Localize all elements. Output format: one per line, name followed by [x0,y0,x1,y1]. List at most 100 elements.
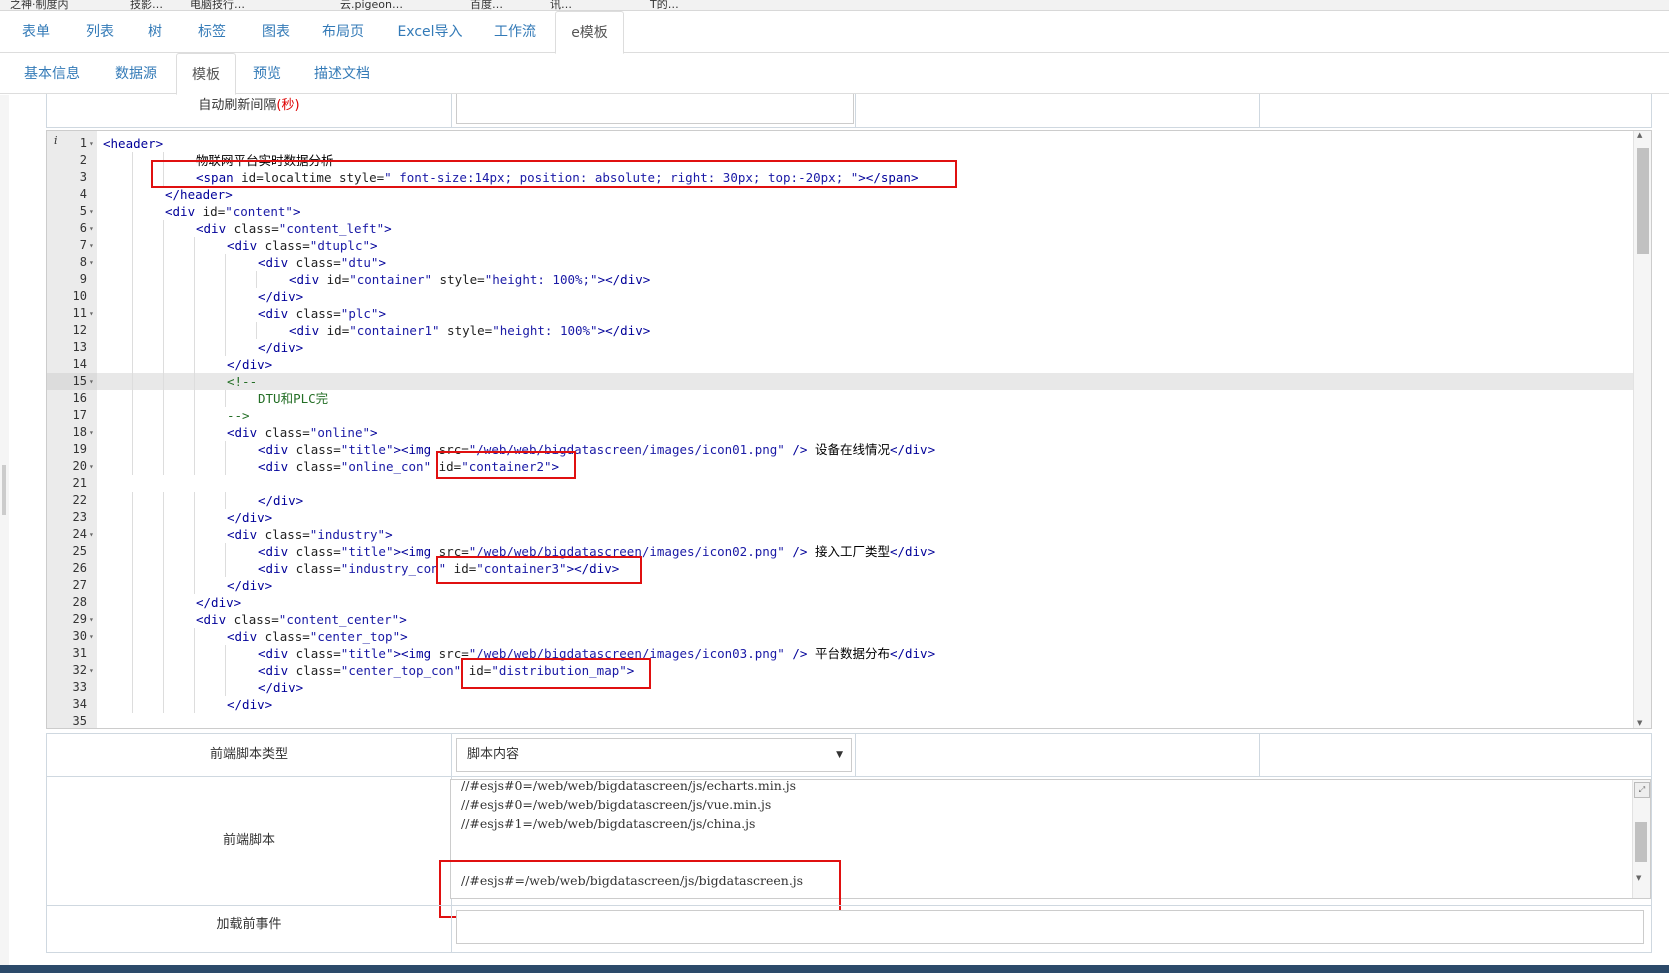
scroll-up-arrow-icon[interactable]: ▲ [1637,131,1642,139]
indent-guide [132,203,133,220]
bookmark-item[interactable]: 讯… [550,0,572,10]
code-line[interactable]: 35 [47,713,1627,728]
scroll-down-arrow-icon[interactable]: ▼ [1637,719,1642,727]
code-text: <div class="title"><img src="/web/web/bi… [258,441,935,458]
tab-4[interactable]: 标签 [184,11,240,52]
indent-guide [163,271,164,288]
preload-event-input[interactable] [456,910,1644,944]
code-line[interactable]: 24 ▾ <div class="industry"> [47,526,1627,543]
indent-guide [194,237,195,254]
code-line[interactable]: 11 ▾ <div class="plc"> [47,305,1627,322]
subtab-2[interactable]: 数据源 [102,53,170,93]
script-scroll-thumb[interactable] [1635,822,1647,862]
code-token: <div [258,255,296,270]
code-line[interactable]: 4 </header> [47,186,1627,203]
indent-guide [132,679,133,696]
left-scroll-strip[interactable] [0,95,9,965]
code-line[interactable]: 27 </div> [47,577,1627,594]
line-number: 33 [72,680,87,694]
fold-arrow-icon[interactable]: ▾ [89,628,94,645]
indent-guide [256,322,257,339]
code-text: </header> [165,186,233,203]
fold-arrow-icon[interactable]: ▾ [89,424,94,441]
tab-6[interactable]: 布局页 [310,11,376,52]
code-line[interactable]: 5 ▾ <div id="content"> [47,203,1627,220]
code-line[interactable]: 22 </div> [47,492,1627,509]
fold-arrow-icon[interactable]: ▾ [89,237,94,254]
subtab-1[interactable]: 基本信息 [12,53,92,93]
code-line[interactable]: 14 </div> [47,356,1627,373]
code-line[interactable]: 23 </div> [47,509,1627,526]
code-line[interactable]: 9 <div id="container" style="height: 100%… [47,271,1627,288]
fold-arrow-icon[interactable]: ▾ [89,662,94,679]
code-line[interactable]: 18 ▾ <div class="online"> [47,424,1627,441]
tab-8[interactable]: 工作流 [482,11,548,52]
bookmark-item[interactable]: 云.pigeon… [340,0,403,10]
code-line[interactable]: 20 ▾ <div class="online_con" id="container… [47,458,1627,475]
fold-arrow-icon[interactable]: ▾ [89,611,94,628]
indent-guide [132,152,133,169]
code-token: class= [295,561,341,576]
code-line[interactable]: 7 ▾ <div class="dtuplc"> [47,237,1627,254]
code-line[interactable]: 21 [47,475,1627,492]
script-scroll-down-icon[interactable]: ▼ [1636,874,1641,882]
fold-arrow-icon[interactable]: ▾ [89,135,94,152]
fold-arrow-icon[interactable]: ▾ [89,220,94,237]
code-line[interactable]: 29 ▾ <div class="content_center"> [47,611,1627,628]
tab-5[interactable]: 图表 [248,11,304,52]
code-token: <div [289,272,327,287]
indent-guide [163,305,164,322]
tab-1[interactable]: 表单 [12,11,60,52]
code-token: /> [784,646,815,661]
tab-2[interactable]: 列表 [76,11,124,52]
left-grip[interactable] [2,465,6,515]
code-line[interactable]: 28 </div> [47,594,1627,611]
code-line[interactable]: 19 <div class="title"><img src="/web/web/… [47,441,1627,458]
tab-9[interactable]: e模板 [555,11,624,54]
code-line[interactable]: 6 ▾ <div class="content_left"> [47,220,1627,237]
code-line[interactable]: 16 DTU和PLC完 [47,390,1627,407]
editor-vertical-scrollbar[interactable]: ▲ ▼ [1633,131,1651,728]
expand-icon[interactable]: ⤢ [1634,782,1650,798]
bookmark-item[interactable]: 百度… [470,0,503,10]
code-line[interactable]: 25 <div class="title"><img src="/web/web/… [47,543,1627,560]
code-text: <div id="content"> [165,203,300,220]
fold-arrow-icon[interactable]: ▾ [89,254,94,271]
code-line[interactable]: 12 <div id="container1" style="height: 10… [47,322,1627,339]
code-line[interactable]: 1 ▾ <header> [47,135,1627,152]
code-line[interactable]: 8 ▾ <div class="dtu"> [47,254,1627,271]
tab-3[interactable]: 树 [136,11,174,52]
code-line[interactable]: 26 <div class="industry_con" id="containe… [47,560,1627,577]
code-line[interactable]: 15 ▾ <!-- [47,373,1627,390]
code-line[interactable]: 33 </div> [47,679,1627,696]
bookmark-item[interactable]: 电脑技行… [190,0,245,10]
script-type-select[interactable]: 脚本内容 ▼ [456,738,852,772]
code-line[interactable]: 10 </div> [47,288,1627,305]
subtab-5[interactable]: 描述文档 [302,53,382,93]
code-line[interactable]: 34 </div> [47,696,1627,713]
fold-arrow-icon[interactable]: ▾ [89,203,94,220]
bookmark-item[interactable]: 之神·制度内 [10,0,69,10]
fold-arrow-icon[interactable]: ▾ [89,526,94,543]
fold-arrow-icon[interactable]: ▾ [89,305,94,322]
code-line[interactable]: 31 <div class="title"><img src="/web/web/… [47,645,1627,662]
fold-arrow-icon[interactable]: ▾ [89,373,94,390]
editor-scroll-thumb[interactable] [1637,148,1649,254]
bookmark-item[interactable]: 技影… [130,0,163,10]
code-line[interactable]: 30 ▾ <div class="center_top"> [47,628,1627,645]
template-code-editor[interactable]: 1 ▾ <header> 2 物联网平台实时数据分析 3 <span id=localtim… [46,130,1652,729]
highlight-box-localtime [151,160,957,188]
subtab-4[interactable]: 预览 [242,53,292,93]
bookmark-item[interactable]: T的… [650,0,679,10]
code-line[interactable]: 17 --> [47,407,1627,424]
code-line[interactable]: 13 </div> [47,339,1627,356]
code-text: <div class="dtu"> [258,254,386,271]
script-scrollbar[interactable]: ⤢ ▼ [1632,780,1650,898]
preload-event-label: 加载前事件 [216,917,282,932]
indent-guide [163,509,164,526]
refresh-interval-input[interactable] [456,94,854,124]
code-line[interactable]: 32 ▾ <div class="center_top_con" id="distr… [47,662,1627,679]
fold-arrow-icon[interactable]: ▾ [89,458,94,475]
tab-7[interactable]: Excel导入 [386,11,474,52]
subtab-3[interactable]: 模板 [176,53,236,95]
